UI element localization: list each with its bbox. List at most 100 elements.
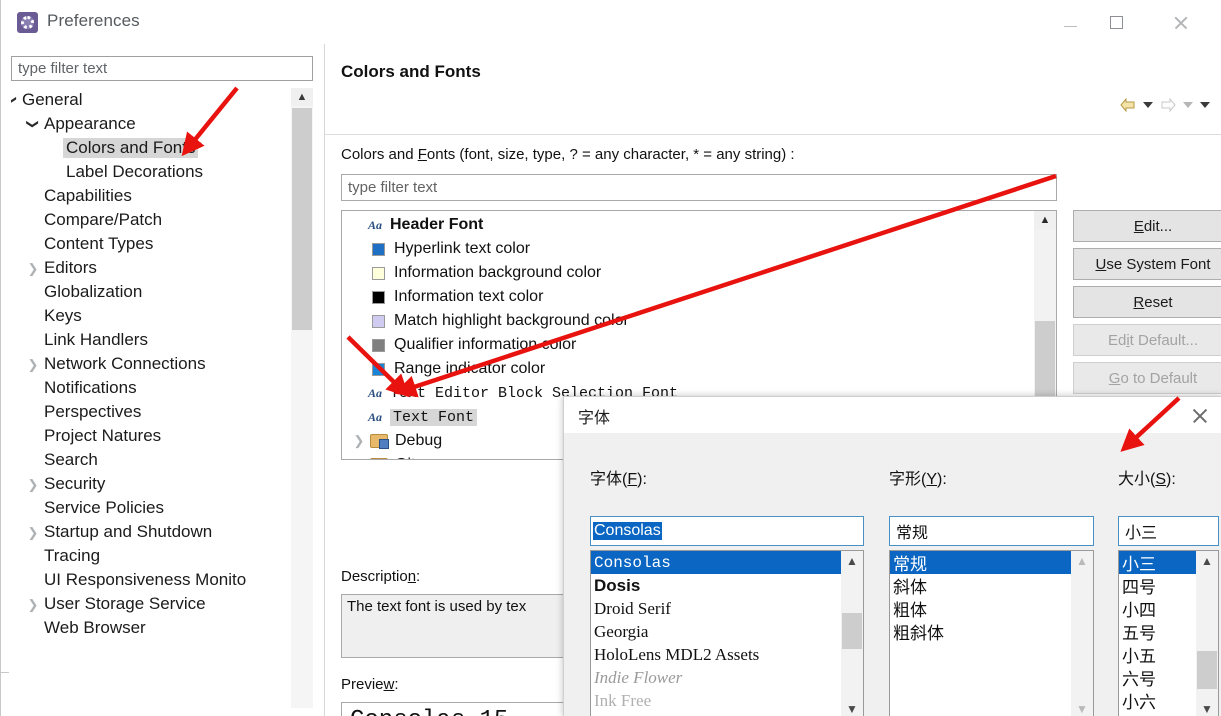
font-family-list-item[interactable]: Consolas [591,551,863,574]
font-size-list-scrollbar[interactable]: ▲ ▼ [1196,551,1218,716]
font-style-list-item[interactable]: 斜体 [890,574,1093,597]
cf-tree-row[interactable]: Information background color [342,261,1056,285]
sidebar-item-colors-and-fonts[interactable]: Colors and Fonts [11,136,313,160]
minimize-button[interactable] [1047,0,1093,44]
sidebar-item-tracing[interactable]: Tracing [11,544,313,568]
sidebar-item-compare-patch[interactable]: Compare/Patch [11,208,313,232]
font-dialog-title: 字体 [578,410,611,427]
nav-back-arrow-icon[interactable] [1120,98,1136,112]
scroll-up-icon[interactable]: ▲ [1034,211,1056,229]
sidebar-item-editors[interactable]: ❯ Editors [11,256,313,280]
nav-overflow-chevron-down-icon[interactable] [1200,102,1210,108]
sidebar-item-capabilities[interactable]: Capabilities [11,184,313,208]
scroll-up-icon[interactable]: ▲ [841,551,863,571]
font-family-list-item[interactable]: Droid Serif [591,597,863,620]
chevron-down-icon[interactable]: ❯ [11,92,18,108]
scroll-down-icon[interactable]: ▼ [1071,699,1093,716]
font-style-input[interactable]: 常规 [889,516,1094,546]
button-label-post: se System Font [1106,255,1211,273]
sidebar-scrollbar[interactable]: ▲ [291,88,313,708]
nav-forward-menu-chevron-down-icon[interactable] [1183,102,1193,108]
scroll-up-icon[interactable]: ▲ [1196,551,1218,571]
font-family-list-item[interactable]: Lato [591,712,863,716]
cf-tree-row[interactable]: Information text color [342,285,1056,309]
sidebar-item-web-browser[interactable]: Web Browser [11,616,313,640]
sidebar-item-label: Link Handlers [44,330,148,349]
cf-tree-row[interactable]: Aa Header Font [342,213,1056,237]
font-style-list[interactable]: 常规 斜体 粗体 粗斜体 ▲ ▼ [889,550,1094,716]
sidebar-item-security[interactable]: ❯ Security [11,472,313,496]
chevron-right-icon[interactable]: ❯ [25,478,41,491]
font-size-input[interactable]: 小三 [1118,516,1219,546]
sidebar-item-user-storage-service[interactable]: ❯ User Storage Service [11,592,313,616]
font-size-list[interactable]: 小三四号小四五号小五六号小六七号 ▲ ▼ [1118,550,1219,716]
close-button[interactable] [1153,0,1207,44]
colors-fonts-filter-input[interactable]: type filter text [341,174,1057,201]
sidebar-tree[interactable]: ❯General❯AppearanceColors and FontsLabel… [11,88,313,708]
scroll-down-icon[interactable]: ▼ [841,699,863,716]
edit-button[interactable]: Edit... [1073,210,1221,242]
maximize-icon [1109,15,1123,29]
scrollbar-thumb[interactable] [1197,651,1217,689]
chevron-right-icon[interactable]: ❯ [25,358,41,371]
cf-tree-row[interactable]: Qualifier information color [342,333,1056,357]
scrollbar-thumb[interactable] [842,613,862,649]
font-family-list-item[interactable]: HoloLens MDL2 Assets [591,643,863,666]
chevron-right-icon[interactable]: ❯ [350,457,368,459]
sidebar-item-appearance[interactable]: ❯ Appearance [11,112,313,136]
window-title: Preferences [47,11,140,30]
font-family-list-item[interactable]: Dosis [591,574,863,597]
chevron-right-icon[interactable]: ❯ [25,598,41,611]
use-system-font-button[interactable]: Use System Font [1073,248,1221,280]
scrollbar-thumb[interactable] [292,108,312,330]
sidebar-item-service-policies[interactable]: Service Policies [11,496,313,520]
sidebar-item-ui-responsiveness-monito[interactable]: UI Responsiveness Monito [11,568,313,592]
cf-tree-row[interactable]: Hyperlink text color [342,237,1056,261]
sidebar-item-general[interactable]: ❯General [11,88,313,112]
sidebar: type filter text ❯General❯AppearanceColo… [1,44,323,716]
sidebar-item-notifications[interactable]: Notifications [11,376,313,400]
sidebar-item-label: Tracing [44,546,101,565]
sidebar-item-label-decorations[interactable]: Label Decorations [11,160,313,184]
scroll-up-icon[interactable]: ▲ [291,88,313,106]
font-dialog-close-button[interactable] [1177,397,1221,433]
nav-forward-arrow-icon[interactable] [1160,98,1176,112]
font-family-list[interactable]: Consolas Dosis Droid Serif Georgia HoloLens … [590,550,864,716]
font-style-list-item[interactable]: 粗斜体 [890,620,1093,643]
font-size-label-post: ): [1166,471,1176,488]
sidebar-item-network-connections[interactable]: ❯ Network Connections [11,352,313,376]
color-swatch-icon [372,242,385,256]
font-family-list-scrollbar[interactable]: ▲ ▼ [841,551,863,716]
scroll-down-icon[interactable]: ▼ [1196,699,1218,716]
font-style-list-item[interactable]: 粗体 [890,597,1093,620]
sidebar-item-content-types[interactable]: Content Types [11,232,313,256]
font-family-input[interactable]: Consolas [590,516,864,546]
sidebar-filter-input[interactable]: type filter text [11,56,313,81]
sidebar-item-globalization[interactable]: Globalization [11,280,313,304]
reset-button[interactable]: Reset [1073,286,1221,318]
font-size-label-mnemonic: S [1155,471,1167,488]
sidebar-item-startup-and-shutdown[interactable]: ❯ Startup and Shutdown [11,520,313,544]
chevron-down-icon[interactable]: ❯ [26,116,40,132]
folder-icon [370,458,388,459]
sidebar-item-perspectives[interactable]: Perspectives [11,400,313,424]
chevron-right-icon[interactable]: ❯ [25,526,41,539]
sidebar-item-link-handlers[interactable]: Link Handlers [11,328,313,352]
font-style-list-item[interactable]: 常规 [890,551,1093,574]
sidebar-item-label: Capabilities [44,186,132,205]
scroll-up-icon[interactable]: ▲ [1071,551,1093,571]
font-style-list-scrollbar[interactable]: ▲ ▼ [1071,551,1093,716]
cf-tree-row[interactable]: Range indicator color [342,357,1056,381]
cf-tree-row[interactable]: Match highlight background color [342,309,1056,333]
sidebar-item-project-natures[interactable]: Project Natures [11,424,313,448]
sidebar-item-search[interactable]: Search [11,448,313,472]
maximize-button[interactable] [1093,0,1139,44]
font-family-list-item[interactable]: Georgia [591,620,863,643]
font-family-list-item[interactable]: Indie Flower [591,666,863,689]
font-family-list-item[interactable]: Ink Free [591,689,863,712]
sidebar-item-keys[interactable]: Keys [11,304,313,328]
chevron-right-icon[interactable]: ❯ [350,433,368,449]
chevron-right-icon[interactable]: ❯ [25,262,41,275]
font-style-value: 常规 [896,525,929,542]
nav-back-menu-chevron-down-icon[interactable] [1143,102,1153,108]
